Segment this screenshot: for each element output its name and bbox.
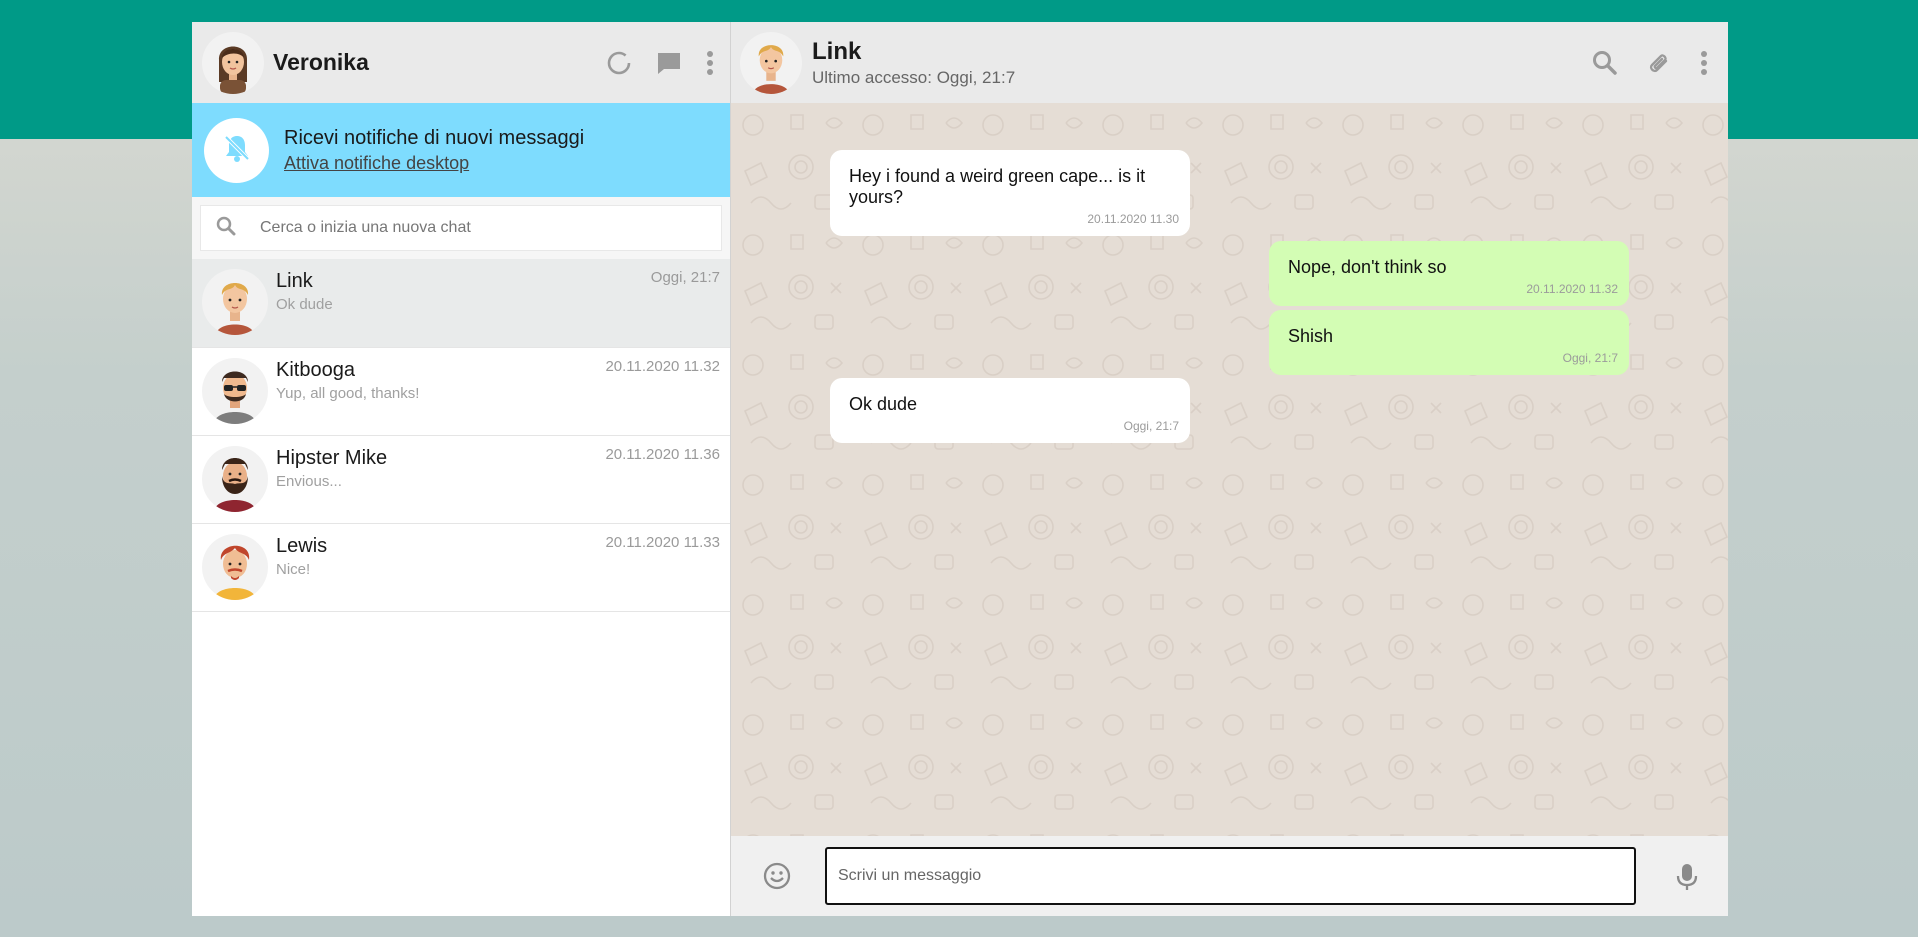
chat-preview: Nice! (276, 561, 311, 578)
chat-item-hipster-mike[interactable]: Hipster Mike Envious... 20.11.2020 11.36 (192, 436, 730, 524)
chat-name: Hipster Mike (276, 447, 388, 469)
menu-icon[interactable] (706, 50, 714, 76)
chat-time: 20.11.2020 11.36 (605, 446, 720, 463)
contact-avatar[interactable] (740, 31, 802, 94)
chat-name: Kitbooga (276, 359, 355, 381)
chat-item-link[interactable]: Link Ok dude Oggi, 21:7 (192, 259, 730, 348)
mic-icon[interactable] (1676, 862, 1698, 897)
message-text: Hey i found a weird green cape... is it … (849, 166, 1146, 207)
contact-name: Link (812, 37, 862, 65)
message-bubble-outgoing[interactable]: Nope, don't think so 20.11.2020 11.32 (1269, 241, 1629, 306)
bell-off-icon (220, 131, 254, 170)
app-window: Veronika Ricevi notifiche di nuovi messa… (192, 22, 1728, 916)
avatar (202, 269, 268, 335)
message-time: 20.11.2020 11.32 (1526, 282, 1618, 296)
chat-pane: Link Ultimo accesso: Oggi, 21:7 Hey i fo… (731, 22, 1728, 916)
composer (731, 836, 1728, 916)
chat-list: Link Ok dude Oggi, 21:7 Kitbooga Yup, al… (192, 259, 730, 916)
notification-circle (204, 117, 269, 183)
message-bubble-incoming[interactable]: Hey i found a weird green cape... is it … (830, 150, 1190, 236)
message-time: Oggi, 21:7 (1123, 419, 1179, 433)
message-input[interactable] (825, 847, 1636, 905)
chat-item-kitbooga[interactable]: Kitbooga Yup, all good, thanks! 20.11.20… (192, 348, 730, 436)
notification-title: Ricevi notifiche di nuovi messaggi (284, 126, 585, 149)
avatar (202, 358, 268, 424)
sidebar: Veronika Ricevi notifiche di nuovi messa… (192, 22, 731, 916)
message-text: Ok dude (849, 394, 918, 414)
chat-info: Link Ok dude (276, 269, 333, 313)
search-bar (192, 197, 730, 259)
last-seen: Ultimo accesso: Oggi, 21:7 (812, 67, 1016, 87)
chat-header: Link Ultimo accesso: Oggi, 21:7 (731, 22, 1728, 103)
my-avatar[interactable] (202, 31, 264, 94)
new-chat-icon[interactable] (656, 50, 682, 76)
message-text: Shish (1288, 326, 1334, 346)
notification-text: Ricevi notifiche di nuovi messaggi Attiv… (284, 127, 584, 174)
avatar (202, 534, 268, 600)
chat-preview: Envious... (276, 473, 342, 490)
search-icon[interactable] (1592, 50, 1618, 76)
my-name: Veronika (273, 49, 369, 75)
message-time: Oggi, 21:7 (1562, 351, 1618, 365)
menu-icon[interactable] (1700, 50, 1708, 76)
attach-icon[interactable] (1646, 50, 1672, 76)
notification-banner: Ricevi notifiche di nuovi messaggi Attiv… (192, 103, 730, 197)
chat-item-lewis[interactable]: Lewis Nice! 20.11.2020 11.33 (192, 524, 730, 612)
chat-time: 20.11.2020 11.32 (605, 358, 720, 375)
sidebar-header-icons (582, 22, 714, 103)
contact-info: Link Ultimo accesso: Oggi, 21:7 (812, 38, 1015, 88)
message-area: Hey i found a weird green cape... is it … (731, 103, 1728, 836)
chat-name: Link (276, 270, 313, 292)
message-time: 20.11.2020 11.30 (1087, 212, 1179, 226)
chat-info: Kitbooga Yup, all good, thanks! (276, 358, 419, 402)
chat-preview: Ok dude (276, 296, 333, 313)
avatar (202, 446, 268, 512)
search-input[interactable] (260, 219, 660, 237)
chat-preview: Yup, all good, thanks! (276, 385, 420, 402)
chat-name: Lewis (276, 535, 328, 557)
emoji-icon[interactable] (763, 862, 791, 895)
chat-info: Hipster Mike Envious... (276, 446, 387, 490)
status-icon[interactable] (606, 50, 632, 76)
message-text: Nope, don't think so (1288, 257, 1447, 277)
chat-info: Lewis Nice! (276, 534, 327, 578)
chat-header-icons (1564, 22, 1708, 103)
search-icon (216, 216, 236, 241)
search-box (200, 205, 722, 251)
chat-time: Oggi, 21:7 (650, 269, 720, 286)
enable-desktop-notifications-link[interactable]: Attiva notifiche desktop (284, 153, 584, 174)
message-bubble-outgoing[interactable]: Shish Oggi, 21:7 (1269, 310, 1629, 375)
message-bubble-incoming[interactable]: Ok dude Oggi, 21:7 (830, 378, 1190, 443)
sidebar-header: Veronika (192, 22, 730, 103)
chat-time: 20.11.2020 11.33 (605, 534, 720, 551)
